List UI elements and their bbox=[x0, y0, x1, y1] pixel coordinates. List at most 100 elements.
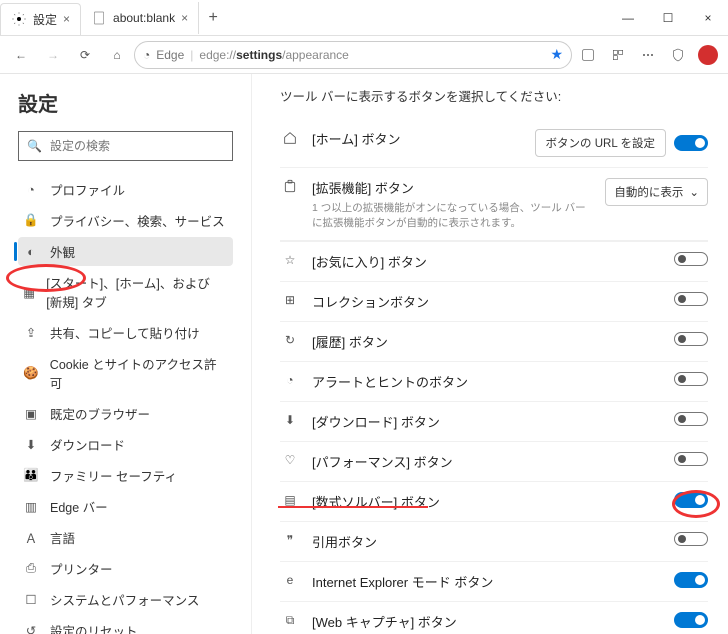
toggle-4[interactable] bbox=[674, 412, 708, 426]
bell-icon: ◔ bbox=[280, 372, 300, 387]
setting-row-3: ◔ アラートとヒントのボタン bbox=[280, 362, 708, 402]
extensions-icon bbox=[280, 178, 300, 195]
edgebar-icon: ▥ bbox=[22, 499, 40, 514]
forward-button[interactable]: → bbox=[38, 41, 68, 69]
ie-icon: e bbox=[280, 572, 300, 587]
edge-icon: ◔ bbox=[143, 48, 150, 62]
page-icon bbox=[91, 10, 107, 26]
star-icon: ☆ bbox=[280, 252, 300, 267]
sidebar-item-label: [スタート]、[ホーム]、および [新規] タブ bbox=[46, 273, 227, 311]
minimize-button[interactable]: — bbox=[608, 0, 648, 36]
sidebar-item-label: 外観 bbox=[50, 242, 75, 261]
sidebar-item-label: プロファイル bbox=[50, 180, 125, 199]
share-icon: ⇪ bbox=[22, 325, 40, 340]
back-button[interactable]: ← bbox=[6, 41, 36, 69]
sidebar-item-0[interactable]: ◔ プロファイル bbox=[18, 175, 233, 204]
profile-avatar[interactable] bbox=[694, 41, 722, 69]
tab-settings[interactable]: 設定 × bbox=[0, 3, 81, 35]
address-bar[interactable]: ◔ Edge | edge://settings/appearance ★ bbox=[134, 41, 572, 69]
sidebar-item-label: 既定のブラウザー bbox=[50, 404, 150, 423]
setting-row-1: ⊞ コレクションボタン bbox=[280, 282, 708, 322]
profile-icon: ◔ bbox=[22, 183, 40, 197]
search-input[interactable] bbox=[50, 139, 224, 153]
toggle-2[interactable] bbox=[674, 332, 708, 346]
sidebar-item-label: プリンター bbox=[50, 559, 113, 578]
shield-icon[interactable] bbox=[664, 41, 692, 69]
sidebar-item-1[interactable]: 🔒プライバシー、検索、サービス bbox=[18, 206, 233, 235]
setting-label: Internet Explorer モード ボタン bbox=[312, 572, 662, 591]
address-path: edge://settings/appearance bbox=[199, 48, 348, 62]
toggle-7[interactable] bbox=[674, 532, 708, 546]
setting-row-4: ⬇ [ダウンロード] ボタン bbox=[280, 402, 708, 442]
settings-search[interactable]: 🔍 bbox=[18, 131, 233, 161]
sidebar-item-5[interactable]: 🍪Cookie とサイトのアクセス許可 bbox=[18, 349, 233, 397]
maximize-button[interactable]: ☐ bbox=[648, 0, 688, 36]
home-url-button[interactable]: ボタンの URL を設定 bbox=[535, 129, 666, 157]
content-area: ツール バーに表示するボタンを選択してください: [ホーム] ボタン ボタンの … bbox=[252, 74, 728, 634]
extensions-dropdown[interactable]: 自動的に表示 ⌄ bbox=[605, 178, 708, 206]
close-icon[interactable]: × bbox=[63, 12, 70, 26]
quote-icon: ❞ bbox=[280, 532, 300, 547]
home-button[interactable]: ⌂ bbox=[102, 41, 132, 69]
toggle-6[interactable] bbox=[674, 492, 708, 508]
toggle-home[interactable] bbox=[674, 135, 708, 151]
setting-row-home: [ホーム] ボタン ボタンの URL を設定 bbox=[280, 119, 708, 168]
download-icon: ⬇ bbox=[22, 437, 40, 452]
sidebar-item-3[interactable]: ▦[スタート]、[ホーム]、および [新規] タブ bbox=[18, 268, 233, 316]
family-icon: 👪 bbox=[22, 468, 40, 483]
setting-row-extensions: [拡張機能] ボタン 1 つ以上の拡張機能がオンになっている場合、ツール バーに… bbox=[280, 168, 708, 241]
collections-icon[interactable] bbox=[604, 41, 632, 69]
printer-icon: ⎙ bbox=[22, 561, 40, 576]
toggle-8[interactable] bbox=[674, 572, 708, 588]
refresh-button[interactable]: ⟳ bbox=[70, 41, 100, 69]
sidebar-item-7[interactable]: ⬇ ダウンロード bbox=[18, 430, 233, 459]
toolbar: ← → ⟳ ⌂ ◔ Edge | edge://settings/appeara… bbox=[0, 36, 728, 74]
sidebar-item-10[interactable]: Ａ言語 bbox=[18, 523, 233, 552]
sidebar-item-label: 設定のリセット bbox=[50, 621, 138, 634]
sidebar: 設定 🔍 ◔ プロファイル 🔒プライバシー、検索、サービス ◐ 外観 ▦[スタート]、[ホ… bbox=[0, 74, 252, 634]
sidebar-item-4[interactable]: ⇪共有、コピーして貼り付け bbox=[18, 318, 233, 347]
setting-row-2: ↻ [履歴] ボタン bbox=[280, 322, 708, 362]
tab-blank[interactable]: about:blank × bbox=[81, 2, 199, 34]
close-window-button[interactable]: × bbox=[688, 0, 728, 36]
appearance-icon: ◐ bbox=[22, 245, 40, 259]
setting-label: アラートとヒントのボタン bbox=[312, 372, 662, 391]
chevron-down-icon: ⌄ bbox=[689, 185, 699, 199]
sidebar-item-6[interactable]: ▣ 既定のブラウザー bbox=[18, 399, 233, 428]
tab-title: about:blank bbox=[113, 11, 175, 25]
sidebar-item-8[interactable]: 👪ファミリー セーフティ bbox=[18, 461, 233, 490]
setting-label: [ホーム] ボタン bbox=[312, 129, 523, 148]
sidebar-item-13[interactable]: ↺設定のリセット bbox=[18, 616, 233, 634]
menu-icon[interactable] bbox=[634, 41, 662, 69]
new-tab-button[interactable]: + bbox=[199, 9, 227, 27]
sidebar-item-2[interactable]: ◐ 外観 bbox=[18, 237, 233, 266]
sidebar-item-9[interactable]: ▥Edge バー bbox=[18, 492, 233, 521]
download-icon: ⬇ bbox=[280, 412, 300, 427]
home-icon bbox=[280, 129, 300, 146]
browser-icon: ▣ bbox=[22, 406, 40, 421]
sidebar-item-label: ダウンロード bbox=[50, 435, 125, 454]
perf-icon: ♡ bbox=[280, 452, 300, 467]
toggle-1[interactable] bbox=[674, 292, 708, 306]
toggle-9[interactable] bbox=[674, 612, 708, 628]
setting-label: [お気に入り] ボタン bbox=[312, 252, 662, 271]
toggle-5[interactable] bbox=[674, 452, 708, 466]
setting-label: コレクションボタン bbox=[312, 292, 662, 311]
page-title: 設定 bbox=[18, 88, 233, 117]
sidebar-item-label: 言語 bbox=[50, 528, 75, 547]
toggle-0[interactable] bbox=[674, 252, 708, 266]
favorite-star-icon[interactable]: ★ bbox=[550, 46, 563, 63]
lock-icon: 🔒 bbox=[22, 213, 40, 228]
toggle-3[interactable] bbox=[674, 372, 708, 386]
collections-icon: ⊞ bbox=[280, 292, 300, 307]
sidebar-item-label: Cookie とサイトのアクセス許可 bbox=[50, 354, 227, 392]
setting-label: [Web キャプチャ] ボタン bbox=[312, 612, 662, 631]
close-icon[interactable]: × bbox=[181, 11, 188, 25]
sidebar-item-11[interactable]: ⎙ プリンター bbox=[18, 554, 233, 583]
extensions-icon[interactable] bbox=[574, 41, 602, 69]
capture-icon: ⧉ bbox=[280, 612, 300, 628]
sidebar-item-12[interactable]: ☐システムとパフォーマンス bbox=[18, 585, 233, 614]
setting-row-8: e Internet Explorer モード ボタン bbox=[280, 562, 708, 602]
setting-label: [ダウンロード] ボタン bbox=[312, 412, 662, 431]
setting-label: 引用ボタン bbox=[312, 532, 662, 551]
